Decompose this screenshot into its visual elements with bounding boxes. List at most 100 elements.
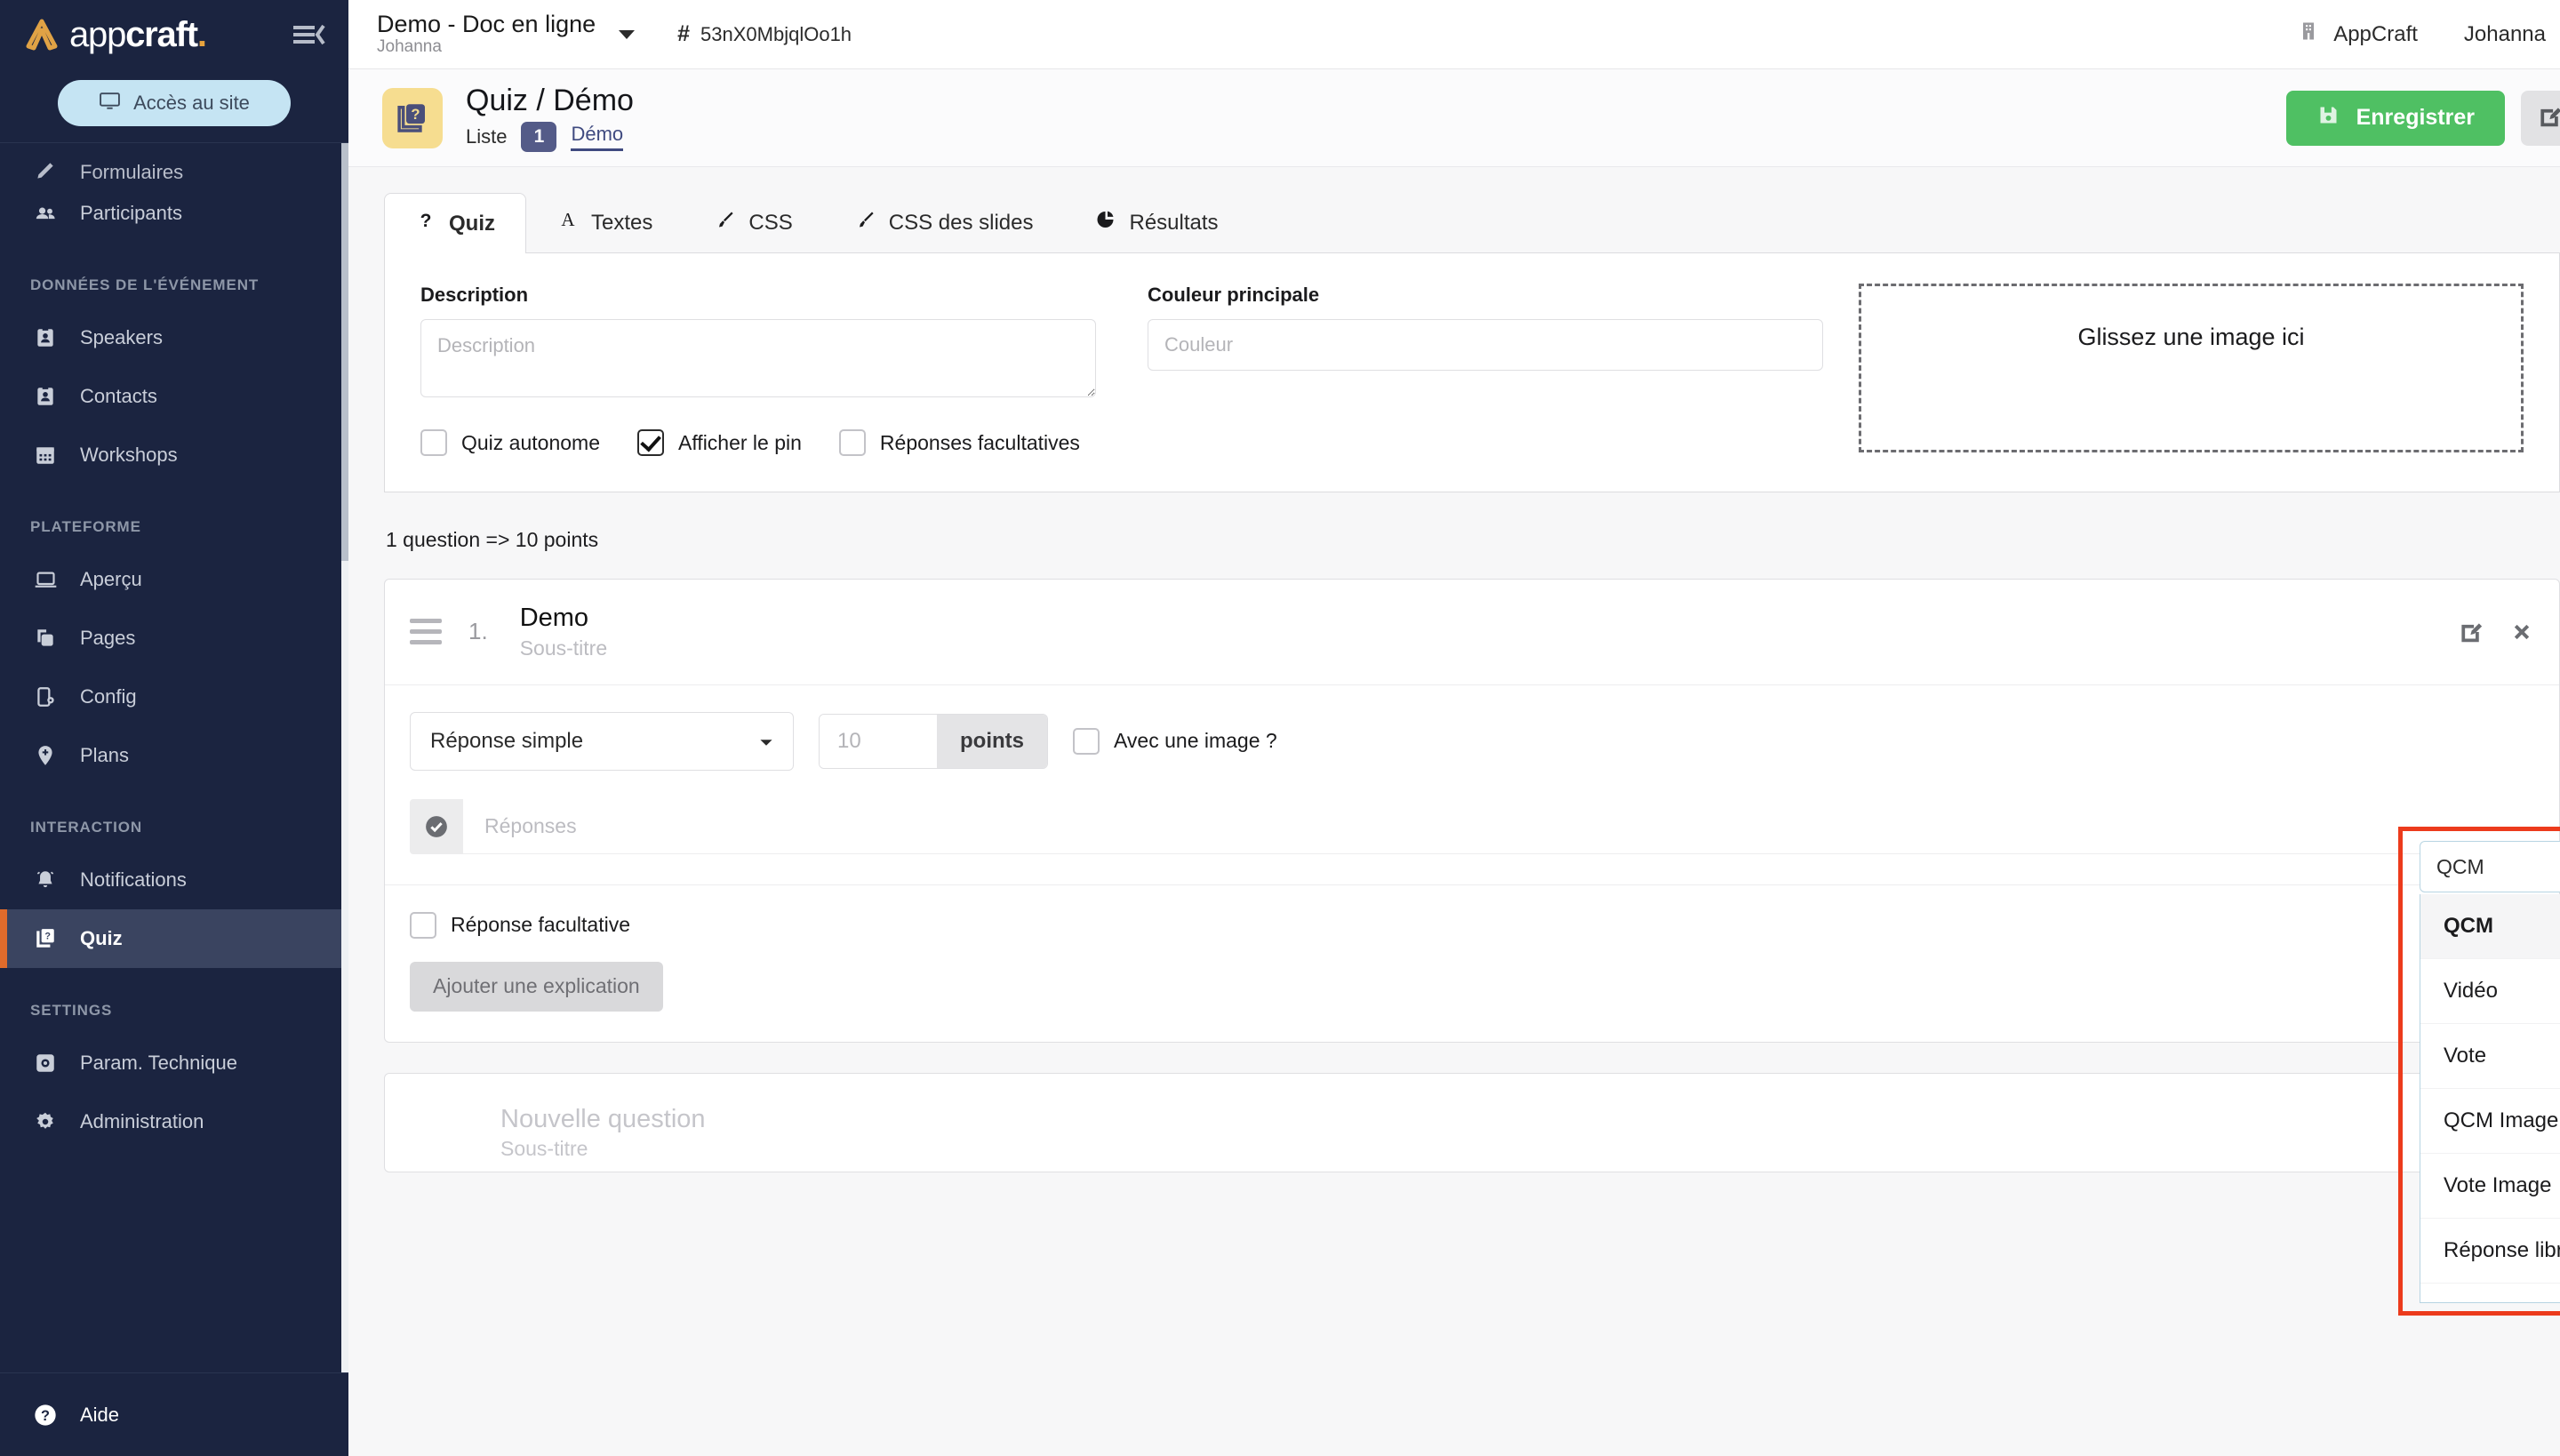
sidebar-item-formulaires[interactable]: Formulaires — [0, 143, 348, 184]
edit-page-button[interactable] — [2521, 90, 2560, 146]
tab-label: Textes — [591, 210, 653, 235]
answer-mode-select[interactable]: Réponse simple — [410, 711, 794, 771]
tab-quiz[interactable]: ? Quiz — [384, 193, 526, 253]
chevron-down-icon — [759, 729, 773, 754]
checkbox-afficher-le-pin[interactable]: Afficher le pin — [636, 429, 802, 456]
sidebar-item-administration[interactable]: Administration — [0, 1092, 348, 1151]
document-names: Demo - Doc en ligne Johanna — [377, 11, 596, 58]
tab-textes[interactable]: A Textes — [526, 192, 684, 252]
help-circle-icon: ? — [30, 1403, 60, 1428]
new-question-card[interactable]: Nouvelle question Sous-titre — [384, 1072, 2560, 1172]
sidebar-item-participants[interactable]: Participants — [0, 184, 348, 243]
sidebar-item-param-technique[interactable]: Param. Technique — [0, 1034, 348, 1092]
checkbox-box[interactable] — [636, 429, 664, 456]
question-type-select-control[interactable]: QCM — [2420, 841, 2560, 892]
answer-input[interactable] — [463, 798, 2534, 854]
sidebar-section-plateforme: PLATEFORME — [30, 518, 141, 535]
tab-css-slides[interactable]: CSS des slides — [824, 192, 1065, 252]
sidebar-item-aide[interactable]: ? Aide — [0, 1372, 348, 1456]
breadcrumb-liste[interactable]: Liste — [466, 125, 507, 148]
question-type-options-list[interactable]: QCM Vidéo Vote QCM Image Vote Image Répo… — [2420, 894, 2560, 1303]
sidebar-item-pages[interactable]: Pages — [0, 609, 348, 668]
answer-correct-toggle[interactable] — [410, 798, 463, 854]
points-summary: 1 question => 10 points — [386, 528, 599, 551]
text-a-icon: A — [557, 209, 579, 236]
sidebar-item-plans[interactable]: Plans — [0, 726, 348, 785]
option-video[interactable]: Vidéo — [2420, 959, 2560, 1024]
checkbox-avec-une-image[interactable]: Avec une image ? — [1073, 727, 1277, 755]
sidebar-logo-row: appcraft. — [0, 0, 348, 69]
color-field-group: Couleur principale — [1148, 284, 1823, 397]
sidebar-item-label: Formulaires — [80, 161, 184, 183]
question-type-select-open[interactable]: QCM — [2420, 841, 2560, 892]
building-icon — [2298, 20, 2319, 48]
sidebar-item-label: Plans — [80, 744, 130, 766]
brush-icon — [715, 209, 736, 236]
question-subtitle[interactable]: Sous-titre — [520, 636, 607, 661]
tab-label: Quiz — [449, 211, 495, 236]
sidebar: appcraft. Accès au site Formulaires Part… — [0, 0, 348, 1456]
collapse-sidebar-icon[interactable] — [292, 20, 325, 50]
checkbox-box[interactable] — [838, 429, 866, 456]
option-vote-image[interactable]: Vote Image — [2420, 1154, 2560, 1219]
tab-css[interactable]: CSS — [684, 192, 823, 252]
color-input[interactable] — [1148, 319, 1823, 371]
sidebar-item-workshops[interactable]: Workshops — [0, 426, 348, 484]
sidebar-item-apercu[interactable]: Aperçu — [0, 550, 348, 609]
tab-label: CSS des slides — [888, 210, 1034, 235]
tab-resultats[interactable]: Résultats — [1064, 192, 1249, 252]
calendar-icon — [30, 442, 60, 468]
color-label: Couleur principale — [1148, 284, 1320, 306]
pencil-icon — [30, 157, 60, 184]
edit-question-button[interactable] — [2458, 619, 2484, 645]
sidebar-item-label: Config — [80, 685, 137, 708]
sidebar-item-config[interactable]: Config — [0, 668, 348, 726]
checkbox-box[interactable] — [410, 911, 436, 939]
site-access-button[interactable]: Accès au site — [58, 80, 291, 126]
drag-handle-icon[interactable] — [410, 619, 442, 645]
breadcrumb-count-badge: 1 — [521, 122, 557, 153]
checkbox-reponse-facultative[interactable]: Réponse facultative — [410, 911, 2534, 939]
option-reponse-libre[interactable]: Réponse libre — [2420, 1219, 2560, 1284]
checkbox-box[interactable] — [420, 429, 447, 456]
user-menu[interactable]: Johanna — [2464, 22, 2560, 47]
breadcrumb-current[interactable]: Démo — [571, 123, 624, 152]
org-selector[interactable]: AppCraft — [2298, 20, 2418, 48]
question-title[interactable]: Demo — [520, 603, 607, 634]
option-qcm[interactable]: QCM — [2420, 894, 2560, 959]
chevron-down-icon[interactable] — [619, 29, 636, 39]
sidebar-item-label: Pages — [80, 627, 136, 649]
sidebar-item-quiz[interactable]: ? Quiz — [0, 909, 348, 968]
top-bar: Demo - Doc en ligne Johanna # 53nX0Mbjql… — [348, 0, 2560, 69]
quiz-options-row: Quiz autonome Afficher le pin Réponses f… — [420, 429, 1823, 456]
checkbox-quiz-autonome[interactable]: Quiz autonome — [420, 429, 600, 456]
points-input[interactable] — [820, 714, 937, 768]
breadcrumb: Liste 1 Démo — [466, 122, 634, 153]
sidebar-help-label: Aide — [80, 1403, 120, 1426]
option-vote[interactable]: Vote — [2420, 1024, 2560, 1089]
option-qcm-image[interactable]: QCM Image — [2420, 1089, 2560, 1154]
points-suffix: points — [937, 714, 1047, 768]
sidebar-scrollbar-track[interactable] — [341, 143, 348, 1372]
site-access-wrap: Accès au site — [0, 69, 348, 142]
appcraft-logo-icon — [23, 18, 60, 52]
user-label: Johanna — [2463, 21, 2546, 46]
sidebar-item-contacts[interactable]: Contacts — [0, 367, 348, 426]
tab-label: Résultats — [1129, 210, 1219, 235]
tab-label: CSS — [748, 210, 793, 235]
checkbox-box[interactable] — [1073, 727, 1100, 755]
checkbox-reponses-facultatives[interactable]: Réponses facultatives — [838, 429, 1080, 456]
sidebar-item-speakers[interactable]: Speakers — [0, 308, 348, 367]
document-selector[interactable]: Demo - Doc en ligne Johanna — [377, 11, 636, 58]
question-header-actions: QCM — [2131, 606, 2534, 658]
quiz-fields: Description Couleur principale — [420, 284, 1823, 456]
delete-question-button[interactable] — [2509, 620, 2534, 644]
add-explanation-button[interactable]: Ajouter une explication — [410, 961, 663, 1012]
sidebar-scrollbar-thumb[interactable] — [341, 143, 348, 561]
sidebar-item-notifications[interactable]: Notifications — [0, 851, 348, 909]
contact-card-icon — [30, 383, 60, 410]
image-dropzone[interactable]: Glissez une image ici — [1859, 284, 2524, 452]
description-input[interactable] — [420, 319, 1096, 397]
svg-text:?: ? — [411, 106, 420, 123]
save-button[interactable]: Enregistrer — [2285, 90, 2505, 146]
